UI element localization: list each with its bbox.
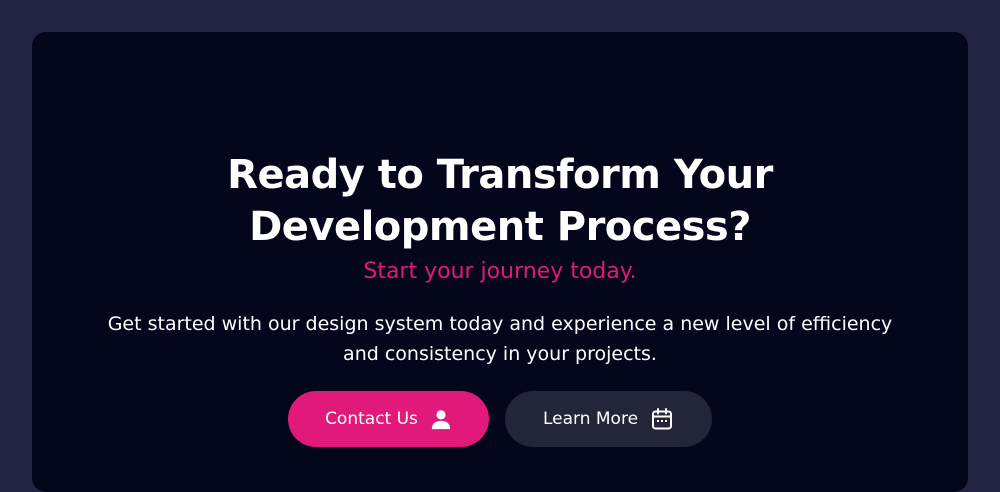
learn-more-label: Learn More bbox=[542, 409, 639, 429]
learn-more-button[interactable]: Learn More bbox=[505, 391, 712, 447]
cta-card: Ready to Transform Your Development Proc… bbox=[32, 32, 968, 492]
cta-description: Get started with our design system today… bbox=[107, 313, 893, 365]
cta-actions: Contact Us Learn More bbox=[32, 391, 968, 447]
calendar-icon bbox=[650, 407, 674, 431]
contact-us-button[interactable]: Contact Us bbox=[288, 391, 489, 447]
cta-subheadline: Start your journey today. bbox=[363, 259, 637, 284]
cta-headline: Ready to Transform Your Development Proc… bbox=[227, 152, 773, 250]
cta-content: Ready to Transform Your Development Proc… bbox=[32, 149, 968, 447]
user-icon bbox=[430, 408, 452, 430]
contact-us-label: Contact Us bbox=[325, 409, 418, 429]
